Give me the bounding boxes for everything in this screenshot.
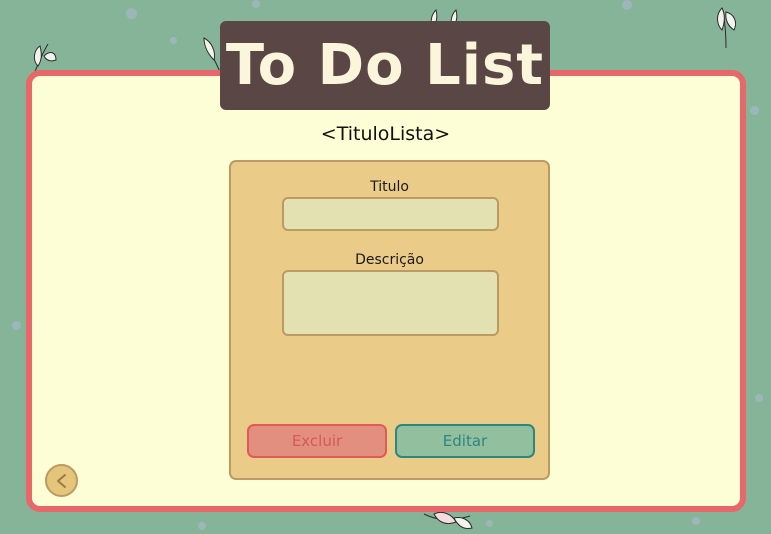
list-title: <TituloLista> xyxy=(320,123,451,145)
delete-button[interactable]: Excluir xyxy=(247,424,387,458)
background-dot xyxy=(170,37,177,44)
background-dot xyxy=(486,520,493,527)
app-title-banner: To Do List xyxy=(220,21,550,110)
back-button[interactable] xyxy=(45,464,78,497)
background-dot xyxy=(126,8,137,19)
description-textarea[interactable] xyxy=(282,270,499,336)
leaf-sprig-icon xyxy=(717,7,737,49)
title-input[interactable] xyxy=(282,197,499,231)
background-dot xyxy=(750,106,759,115)
edit-button[interactable]: Editar xyxy=(395,424,535,458)
background-dot xyxy=(622,0,632,10)
background-dot xyxy=(755,394,763,402)
background-dot xyxy=(12,321,21,330)
title-field-label: Titulo xyxy=(370,179,409,195)
description-field-label: Descrição xyxy=(355,252,424,268)
background-dot xyxy=(252,0,260,8)
background-dot xyxy=(692,517,700,525)
task-card: Titulo Descrição Excluir Editar xyxy=(229,160,550,480)
background-dot xyxy=(198,522,206,530)
app-title: To Do List xyxy=(225,33,545,98)
chevron-left-icon xyxy=(56,473,66,488)
